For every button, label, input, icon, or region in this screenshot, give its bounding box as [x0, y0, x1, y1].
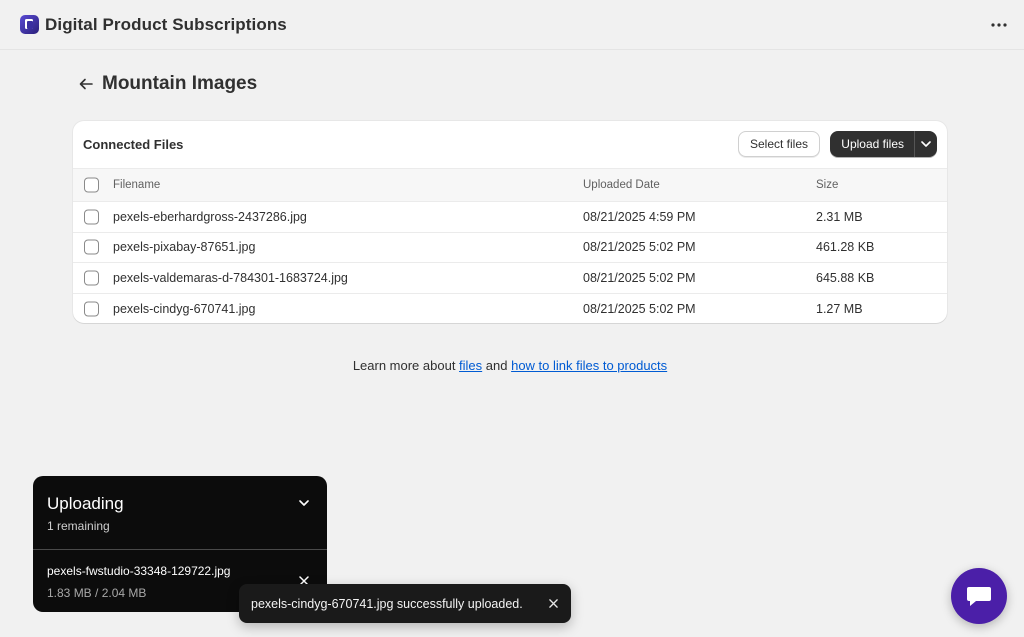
file-size: 461.28 KB: [816, 240, 875, 255]
chat-button[interactable]: [951, 568, 1007, 624]
select-all-checkbox[interactable]: [84, 177, 99, 193]
toast-message: pexels-cindyg-670741.jpg successfully up…: [251, 596, 523, 611]
row-checkbox[interactable]: [84, 270, 99, 286]
column-header-uploaded-date[interactable]: Uploaded Date: [583, 179, 660, 191]
file-name: pexels-valdemaras-d-784301-1683724.jpg: [113, 270, 348, 285]
file-size: 645.88 KB: [816, 270, 875, 285]
collapse-upload-panel-button[interactable]: [297, 496, 311, 510]
column-header-filename[interactable]: Filename: [113, 179, 160, 191]
file-uploaded-date: 08/21/2025 4:59 PM: [583, 209, 696, 224]
uploading-file-progress: 1.83 MB / 2.04 MB: [47, 586, 147, 600]
file-uploaded-date: 08/21/2025 5:02 PM: [583, 270, 696, 285]
table-row[interactable]: pexels-eberhardgross-2437286.jpg 08/21/2…: [73, 202, 947, 233]
file-name: pexels-cindyg-670741.jpg: [113, 301, 256, 316]
upload-success-toast: pexels-cindyg-670741.jpg successfully up…: [239, 584, 571, 623]
uploading-file-name: pexels-fwstudio-33348-129722.jpg: [47, 564, 231, 578]
file-size: 2.31 MB: [816, 209, 863, 224]
select-files-button[interactable]: Select files: [737, 131, 820, 157]
file-uploaded-date: 08/21/2025 5:02 PM: [583, 240, 696, 255]
page-header: Mountain Images: [76, 72, 257, 96]
upload-remaining-count: 1 remaining: [47, 519, 110, 533]
learn-more-prefix: Learn more about: [352, 358, 460, 373]
files-link[interactable]: files: [459, 358, 482, 373]
table-row[interactable]: pexels-pixabay-87651.jpg 08/21/2025 5:02…: [73, 233, 947, 263]
chevron-down-icon: [921, 141, 931, 147]
app-title: Digital Product Subscriptions: [45, 14, 287, 34]
file-name: pexels-eberhardgross-2437286.jpg: [113, 209, 307, 224]
upload-options-button[interactable]: [915, 131, 937, 157]
app-logo-icon: [20, 15, 39, 34]
row-checkbox[interactable]: [84, 239, 99, 255]
chevron-down-icon: [299, 500, 309, 506]
table-header: Filename Uploaded Date Size: [73, 168, 947, 202]
row-checkbox[interactable]: [84, 301, 99, 317]
page-title: Mountain Images: [102, 73, 258, 94]
chat-bubble-icon: [967, 587, 991, 606]
link-files-to-products-link[interactable]: how to link files to products: [511, 358, 667, 373]
row-checkbox[interactable]: [84, 209, 99, 225]
upload-button-group: Upload files: [830, 131, 937, 157]
column-header-size[interactable]: Size: [816, 179, 838, 191]
more-actions-button[interactable]: [988, 14, 1010, 36]
panel-divider: [33, 549, 327, 550]
table-row[interactable]: pexels-valdemaras-d-784301-1683724.jpg 0…: [73, 263, 947, 294]
learn-more-middle: and: [482, 358, 512, 373]
dismiss-toast-button[interactable]: [547, 597, 559, 609]
card-header: Connected Files Select files Upload file…: [73, 121, 947, 168]
connected-files-card: Connected Files Select files Upload file…: [73, 121, 947, 323]
file-size: 1.27 MB: [816, 301, 863, 316]
more-horizontal-icon: [991, 23, 1007, 27]
card-title: Connected Files: [83, 137, 184, 152]
learn-more-text: Learn more about files and how to link f…: [0, 358, 1020, 373]
upload-files-button[interactable]: Upload files: [830, 131, 915, 157]
file-uploaded-date: 08/21/2025 5:02 PM: [583, 301, 696, 316]
arrow-left-icon: [79, 78, 93, 90]
back-button[interactable]: [76, 72, 96, 96]
upload-panel-title: Uploading: [47, 494, 124, 513]
table-row[interactable]: pexels-cindyg-670741.jpg 08/21/2025 5:02…: [73, 294, 947, 324]
app-header: Digital Product Subscriptions: [0, 0, 1024, 50]
file-name: pexels-pixabay-87651.jpg: [113, 240, 256, 255]
close-icon: [548, 598, 558, 608]
